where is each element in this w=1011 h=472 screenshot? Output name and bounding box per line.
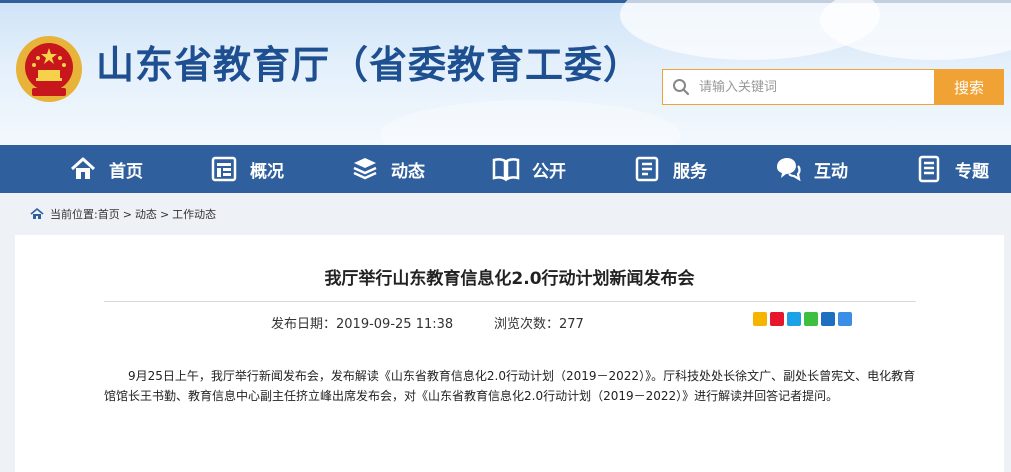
chat-bubbles-icon (777, 158, 801, 182)
breadcrumb-separator: > (159, 207, 170, 221)
search-input[interactable] (699, 71, 934, 103)
views-value: 277 (559, 317, 584, 332)
header-cloud-decoration (380, 100, 680, 145)
search-icon (663, 70, 699, 104)
nav-item-open[interactable]: 公开 (492, 145, 566, 193)
nav-item-news[interactable]: 动态 (351, 145, 425, 193)
wechat-share-icon[interactable] (804, 312, 818, 326)
breadcrumb-link-news[interactable]: 动态 (135, 206, 157, 222)
breadcrumb-link-work-news[interactable]: 工作动态 (172, 206, 216, 222)
publish-date: 发布日期：2019-09-25 11:38 (271, 313, 453, 332)
renren-share-icon[interactable] (821, 312, 835, 326)
breadcrumb-prefix: 当前位置: (50, 208, 98, 221)
share-bar (753, 312, 852, 326)
nav-item-service[interactable]: 服务 (633, 145, 707, 193)
search-box: 搜索 (662, 69, 1004, 105)
search-button[interactable]: 搜索 (934, 69, 1004, 105)
nav-item-label: 概况 (250, 161, 284, 182)
site-title: 山东省教育厅（省委教育工委） (96, 43, 643, 87)
breadcrumb-separator: > (122, 207, 132, 221)
header-cloud-decoration (820, 0, 1011, 60)
site-header: 山东省教育厅（省委教育工委） 搜索 (0, 0, 1011, 145)
nav-item-label: 专题 (955, 161, 989, 182)
article-card: 我厅举行山东教育信息化2.0行动计划新闻发布会 发布日期：2019-09-25 … (15, 235, 1004, 472)
home-icon (70, 157, 96, 179)
topic-doc-icon (918, 155, 940, 183)
nav-item-label: 互动 (814, 161, 848, 182)
weibo-share-icon[interactable] (770, 312, 784, 326)
article-body: 9月25日上午，我厅举行新闻发布会，发布解读《山东省教育信息化2.0行动计划（2… (104, 369, 916, 403)
overview-icon (211, 156, 237, 182)
breadcrumb-home-icon (30, 207, 44, 219)
nav-item-overview[interactable]: 概况 (210, 145, 284, 193)
news-stack-icon (353, 158, 377, 180)
nav-item-interact[interactable]: 互动 (774, 145, 848, 193)
article-title: 我厅举行山东教育信息化2.0行动计划新闻发布会 (324, 269, 695, 289)
view-count: 浏览次数：277 (494, 313, 584, 332)
nav-item-label: 公开 (532, 161, 566, 182)
title-divider (104, 301, 916, 302)
qzone-share-icon[interactable] (753, 312, 767, 326)
breadcrumb: 当前位置: 首页 > 动态 > 工作动态 (30, 204, 216, 224)
publish-label: 发布日期： (271, 317, 337, 332)
breadcrumb-link-home[interactable]: 首页 (98, 206, 120, 222)
nav-item-topics[interactable]: 专题 (915, 145, 989, 193)
nav-item-label: 首页 (109, 161, 143, 182)
publish-date-value: 2019-09-25 11:38 (336, 317, 454, 332)
more-share-icon[interactable] (838, 312, 852, 326)
nav-item-home[interactable]: 首页 (69, 145, 143, 193)
open-book-icon (492, 158, 520, 182)
main-nav: 首页 概况 动态 公开 服务 互动 专题 (0, 145, 1011, 193)
qq-share-icon[interactable] (787, 312, 801, 326)
views-label: 浏览次数： (494, 317, 560, 332)
nav-item-label: 动态 (391, 161, 425, 182)
nav-item-label: 服务 (673, 161, 707, 182)
national-emblem-icon (16, 36, 82, 102)
service-doc-icon (635, 156, 659, 182)
